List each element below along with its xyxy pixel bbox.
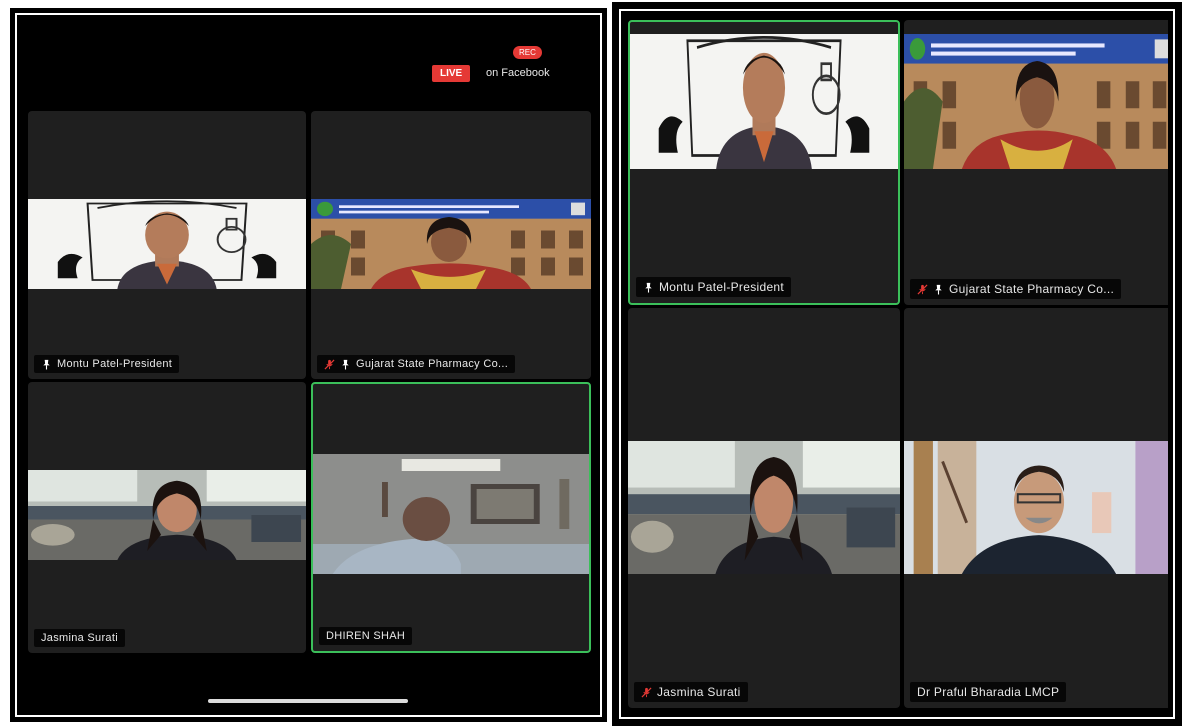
participant-name-tag: Montu Patel-President bbox=[34, 355, 180, 373]
participant-video bbox=[28, 199, 306, 289]
participant-name-tag: Jasmina Surati bbox=[34, 629, 125, 647]
left-screen-inner: REC LIVE on Facebook Montu Patel-Preside… bbox=[23, 21, 594, 709]
mic-muted-icon bbox=[641, 687, 652, 698]
pin-icon bbox=[41, 359, 52, 370]
participant-tile-praful[interactable]: Dr Praful Bharadia LMCP bbox=[904, 308, 1168, 708]
participant-video bbox=[630, 34, 898, 169]
participant-tile-montu[interactable]: Montu Patel-President bbox=[628, 20, 900, 305]
right-zoom-screen: Montu Patel-President Gujarat State Phar… bbox=[612, 2, 1182, 726]
participant-name-tag: Montu Patel-President bbox=[636, 277, 792, 297]
participant-video bbox=[904, 34, 1168, 169]
participant-tile-gujarat[interactable]: Gujarat State Pharmacy Co... bbox=[904, 20, 1168, 305]
participant-name: Jasmina Surati bbox=[657, 685, 741, 699]
participant-tile-jasmina[interactable]: Jasmina Surati bbox=[28, 382, 306, 653]
pin-icon bbox=[340, 359, 351, 370]
participant-name: Montu Patel-President bbox=[659, 280, 785, 294]
participant-video bbox=[28, 470, 306, 560]
participant-video bbox=[628, 441, 900, 574]
live-stream-label: on Facebook bbox=[486, 67, 550, 79]
left-zoom-screen: REC LIVE on Facebook Montu Patel-Preside… bbox=[10, 8, 607, 722]
participant-tile-gujarat[interactable]: Gujarat State Pharmacy Co... bbox=[311, 111, 591, 379]
participant-name: Jasmina Surati bbox=[41, 632, 118, 644]
participant-name-tag: Gujarat State Pharmacy Co... bbox=[317, 355, 516, 373]
pin-icon bbox=[933, 284, 944, 295]
live-badge: LIVE bbox=[432, 65, 471, 82]
rec-badge: REC bbox=[513, 46, 542, 59]
participant-name: Gujarat State Pharmacy Co... bbox=[356, 358, 509, 370]
participant-name: DHIREN SHAH bbox=[326, 630, 406, 642]
participant-video bbox=[904, 441, 1168, 574]
participant-tile-jasmina[interactable]: Jasmina Surati bbox=[628, 308, 900, 708]
participant-video bbox=[311, 199, 591, 289]
participant-name-tag: Gujarat State Pharmacy Co... bbox=[910, 279, 1122, 299]
participant-tile-montu[interactable]: Montu Patel-President bbox=[28, 111, 306, 379]
pin-icon bbox=[643, 282, 654, 293]
participant-tile-dhiren[interactable]: DHIREN SHAH bbox=[311, 382, 591, 653]
participant-name-tag: DHIREN SHAH bbox=[319, 627, 413, 645]
participant-name: Dr Praful Bharadia LMCP bbox=[917, 685, 1060, 699]
participant-name-tag: Jasmina Surati bbox=[634, 682, 748, 702]
right-screen-inner: Montu Patel-President Gujarat State Phar… bbox=[626, 16, 1168, 712]
mic-muted-icon bbox=[324, 359, 335, 370]
participant-video bbox=[313, 454, 589, 574]
participant-name-tag: Dr Praful Bharadia LMCP bbox=[910, 682, 1067, 702]
mic-muted-icon bbox=[917, 284, 928, 295]
participant-name: Gujarat State Pharmacy Co... bbox=[949, 282, 1115, 296]
home-indicator-bar[interactable] bbox=[208, 699, 408, 703]
participant-name: Montu Patel-President bbox=[57, 358, 173, 370]
